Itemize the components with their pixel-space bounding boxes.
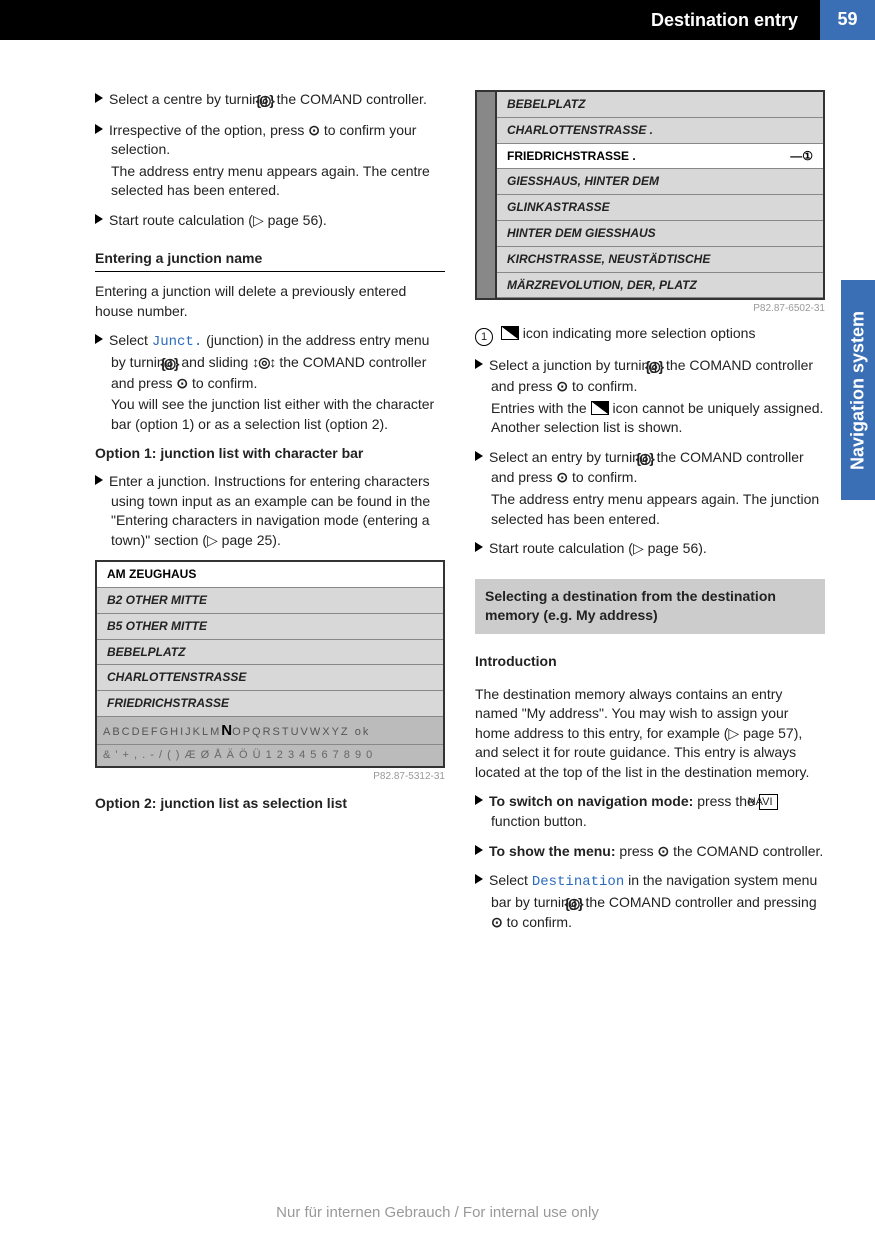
press-icon: ⊙ (556, 469, 568, 485)
paragraph: The destination memory always contains a… (475, 685, 825, 783)
header-bar: Destination entry 59 (0, 0, 875, 40)
press-icon: ⊙ (658, 843, 670, 859)
step: Select Junct. (junction) in the address … (95, 331, 445, 434)
list-item: AM ZEUGHAUS (97, 562, 443, 588)
list-item: GIESSHAUS, HINTER DEM (497, 169, 823, 195)
triangle-icon (95, 93, 103, 103)
symbol-bar: & ' + , . - / ( ) Æ Ø Å Ä Ö Ü 1 2 3 4 5 … (97, 745, 443, 766)
screenshot-junction-charbar: AM ZEUGHAUS B2 OTHER MITTE B5 OTHER MITT… (95, 560, 445, 768)
triangle-icon (95, 475, 103, 485)
content: Select a centre by turning {◎} the COMAN… (0, 40, 875, 943)
list-item: KIRCHSTRASSE, NEUSTÄDTISCHE (497, 247, 823, 273)
more-options-icon (591, 401, 609, 415)
press-icon: ⊙ (556, 378, 568, 394)
char-bar: ABCDEFGHIJKLMNOPQRSTUVWXYZ ok (97, 717, 443, 745)
step: Select an entry by turning {◎} the COMAN… (475, 448, 825, 529)
press-icon: ⊙ (491, 914, 503, 930)
slide-icon: ↕◎↕ (252, 354, 275, 370)
subheading: Introduction (475, 652, 825, 675)
option-heading: Option 1: junction list with character b… (95, 444, 445, 464)
step: Irrespective of the option, press ⊙ to c… (95, 121, 445, 201)
callout-number-icon: 1 (475, 328, 493, 346)
page-number: 59 (820, 0, 875, 40)
list-item: GLINKASTRASSE (497, 195, 823, 221)
command-text: Destination (532, 874, 624, 890)
press-icon: ⊙ (176, 375, 188, 391)
triangle-icon (475, 845, 483, 855)
list-item: BEBELPLATZ (97, 640, 443, 666)
triangle-icon (475, 542, 483, 552)
ref-icon: ▷ (207, 532, 218, 548)
step: Select a centre by turning {◎} the COMAN… (95, 90, 445, 111)
right-column: BEBELPLATZ CHARLOTTENSTRASSE . FRIEDRICH… (475, 90, 825, 943)
scroll-handle-icon (477, 92, 497, 298)
triangle-icon (475, 451, 483, 461)
command-text: Junct. (152, 334, 202, 350)
list-item: BEBELPLATZ (497, 92, 823, 118)
step: Start route calculation (▷ page 56). (475, 539, 825, 559)
callout-line: 1 icon indicating more selection options (475, 324, 825, 346)
section-tab: Navigation system (841, 280, 875, 500)
step: To show the menu: press ⊙ the COMAND con… (475, 842, 825, 862)
step: Select Destination in the navigation sys… (475, 871, 825, 933)
list-item: CHARLOTTENSTRASSE . (497, 118, 823, 144)
list-item: HINTER DEM GIESSHAUS (497, 221, 823, 247)
image-reference: P82.87-5312-31 (95, 770, 445, 784)
screenshot-junction-list: BEBELPLATZ CHARLOTTENSTRASSE . FRIEDRICH… (475, 90, 825, 300)
image-reference: P82.87-6502-31 (475, 302, 825, 316)
option-heading: Option 2: junction list as selection lis… (95, 794, 445, 814)
list-item: B5 OTHER MITTE (97, 614, 443, 640)
section-heading-box: Selecting a destination from the destina… (475, 579, 825, 634)
step: Start route calculation (▷ page 56). (95, 211, 445, 231)
list-item: FRIEDRICHSTRASSE (97, 691, 443, 717)
paragraph: Entering a junction will delete a previo… (95, 282, 445, 321)
triangle-icon (95, 124, 103, 134)
press-icon: ⊙ (308, 122, 320, 138)
list-item: B2 OTHER MITTE (97, 588, 443, 614)
list-item: FRIEDRICHSTRASSE . —① (497, 144, 823, 170)
footer-watermark: Nur für internen Gebrauch / For internal… (0, 1202, 875, 1223)
more-options-icon (501, 326, 519, 340)
subheading: Entering a junction name (95, 249, 445, 273)
page-title: Destination entry (651, 8, 798, 33)
ref-icon: ▷ (633, 540, 644, 556)
step: To switch on navigation mode: press the … (475, 792, 825, 831)
step: Select a junction by turning {◎} the COM… (475, 356, 825, 437)
triangle-icon (475, 359, 483, 369)
navi-key-icon: NAVI (759, 794, 778, 810)
ref-icon: ▷ (728, 725, 739, 741)
list-item: CHARLOTTENSTRASSE (97, 665, 443, 691)
list-item: MÄRZREVOLUTION, DER, PLATZ (497, 273, 823, 299)
ref-icon: ▷ (253, 212, 264, 228)
triangle-icon (475, 795, 483, 805)
step: Enter a junction. Instructions for enter… (95, 472, 445, 550)
triangle-icon (95, 334, 103, 344)
triangle-icon (95, 214, 103, 224)
triangle-icon (475, 874, 483, 884)
left-column: Select a centre by turning {◎} the COMAN… (95, 90, 445, 943)
